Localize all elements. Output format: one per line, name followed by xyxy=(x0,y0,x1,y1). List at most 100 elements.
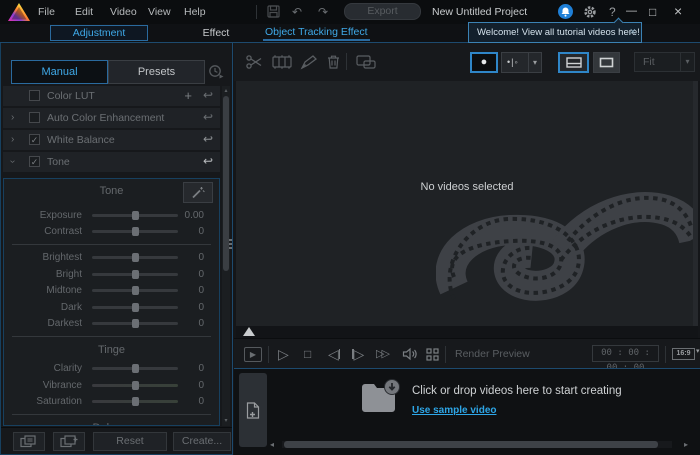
menu-view[interactable]: View xyxy=(148,0,171,24)
copy-settings-button[interactable] xyxy=(13,432,45,451)
menu-edit[interactable]: Edit xyxy=(75,0,93,24)
reset-button[interactable]: Reset xyxy=(93,432,167,451)
menu-file[interactable]: File xyxy=(38,0,55,24)
delete-trash-icon[interactable] xyxy=(326,54,341,70)
slider-thumb[interactable] xyxy=(132,211,139,220)
picture-in-picture-icon[interactable] xyxy=(356,54,376,70)
checkbox-checked[interactable]: ✓ xyxy=(29,156,40,167)
next-frame-button[interactable]: ▷ xyxy=(352,345,364,363)
compare-dropdown-icon[interactable]: ▾ xyxy=(528,53,541,72)
auto-tone-wand-button[interactable] xyxy=(183,182,213,203)
aspect-ratio-badge[interactable]: 16:9 xyxy=(672,348,695,360)
tab-effect[interactable]: Effect xyxy=(186,25,246,41)
media-bin[interactable]: Click or drop videos here to start creat… xyxy=(234,368,700,455)
scrollbar-thumb[interactable] xyxy=(284,441,658,448)
layout-split-toggle[interactable] xyxy=(558,52,589,73)
render-preview-button[interactable]: Render Preview xyxy=(455,339,530,369)
apply-to-all-button[interactable] xyxy=(53,432,85,451)
slider-track[interactable] xyxy=(92,306,178,309)
slider-thumb[interactable] xyxy=(132,227,139,236)
minimize-button[interactable]: — xyxy=(626,0,637,24)
section-auto-color-enhancement[interactable]: › Auto Color Enhancement ↩ xyxy=(3,108,220,128)
keyframe-strip-icon[interactable] xyxy=(272,54,292,70)
preview-window-button[interactable]: ▶ xyxy=(244,347,262,362)
panel-splitter-handle[interactable] xyxy=(228,239,232,255)
slider-track[interactable] xyxy=(92,256,178,259)
reset-section-icon[interactable]: ↩ xyxy=(203,152,213,171)
close-button[interactable]: × xyxy=(674,0,682,24)
preview-scrollbar[interactable] xyxy=(693,81,698,326)
slider-thumb[interactable] xyxy=(132,381,139,390)
panel-scrollbar[interactable]: ▴ ▾ xyxy=(222,86,230,426)
use-sample-video-link[interactable]: Use sample video xyxy=(412,405,496,416)
slider-track[interactable] xyxy=(92,289,178,292)
create-button[interactable]: Create... xyxy=(173,432,231,451)
trim-scissors-icon[interactable] xyxy=(246,54,263,70)
compare-mode-button[interactable]: •|◦ ▾ xyxy=(501,52,542,73)
reset-section-icon[interactable]: ↩ xyxy=(203,108,213,127)
reset-section-icon[interactable]: ↩ xyxy=(203,130,213,149)
snapshot-grid-button[interactable] xyxy=(426,345,439,363)
section-white-balance[interactable]: › ✓ White Balance ↩ xyxy=(3,130,220,150)
redo-icon[interactable]: ↷ xyxy=(318,0,328,24)
slider-thumb[interactable] xyxy=(132,303,139,312)
stop-button[interactable]: □ xyxy=(304,345,311,363)
slider-track[interactable] xyxy=(92,322,178,325)
scroll-up-icon[interactable]: ▴ xyxy=(222,87,230,95)
show-original-toggle[interactable]: ● xyxy=(470,52,498,73)
checkbox-checked[interactable]: ✓ xyxy=(29,134,40,145)
tooltip-close-icon[interactable]: × xyxy=(630,23,636,41)
checkbox-unchecked[interactable] xyxy=(29,112,40,123)
scrollbar-track[interactable] xyxy=(282,441,672,448)
slider-track[interactable] xyxy=(92,230,178,233)
maximize-button[interactable]: □ xyxy=(649,0,656,24)
expander-icon-open[interactable]: › xyxy=(3,160,22,163)
slider-track[interactable] xyxy=(92,400,178,403)
video-preview[interactable]: No videos selected xyxy=(236,81,698,326)
layout-single-toggle[interactable] xyxy=(593,52,620,73)
tab-manual[interactable]: Manual xyxy=(11,60,108,84)
notifications-bell-icon[interactable] xyxy=(558,4,573,19)
aspect-ratio-dropdown-icon[interactable]: ▾ xyxy=(696,347,700,355)
zoom-fit-dropdown[interactable]: Fit ▾ xyxy=(634,52,695,72)
slider-track[interactable] xyxy=(92,273,178,276)
tab-adjustment[interactable]: Adjustment xyxy=(50,25,148,41)
playhead-marker[interactable] xyxy=(243,327,255,336)
menu-help[interactable]: Help xyxy=(184,0,206,24)
tab-object-tracking-effect[interactable]: Object Tracking Effect xyxy=(263,25,370,41)
section-color-lut[interactable]: Color LUT + ↩ xyxy=(3,86,220,106)
add-media-button[interactable] xyxy=(239,373,267,447)
scroll-right-icon[interactable]: ▸ xyxy=(684,440,688,449)
slider-thumb[interactable] xyxy=(132,253,139,262)
scroll-down-icon[interactable]: ▾ xyxy=(222,417,230,425)
previous-frame-button[interactable]: ◁ xyxy=(328,345,340,363)
slider-thumb[interactable] xyxy=(132,319,139,328)
history-icon[interactable] xyxy=(207,64,225,80)
tab-presets[interactable]: Presets xyxy=(108,60,205,84)
add-lut-icon[interactable]: + xyxy=(184,86,192,105)
trim-seekbar[interactable] xyxy=(236,326,698,338)
slider-thumb[interactable] xyxy=(132,286,139,295)
fast-forward-button[interactable]: ▷▷ xyxy=(376,345,387,363)
draw-pen-icon[interactable] xyxy=(300,54,318,70)
menu-video[interactable]: Video xyxy=(110,0,137,24)
slider-thumb[interactable] xyxy=(132,364,139,373)
slider-thumb[interactable] xyxy=(132,397,139,406)
bin-horizontal-scrollbar[interactable]: ◂ ▸ xyxy=(270,440,688,449)
expander-icon[interactable]: › xyxy=(11,130,14,149)
slider-thumb[interactable] xyxy=(132,270,139,279)
checkbox-unchecked[interactable] xyxy=(29,90,40,101)
scroll-left-icon[interactable]: ◂ xyxy=(270,440,274,449)
volume-button[interactable] xyxy=(402,345,418,363)
reset-section-icon[interactable]: ↩ xyxy=(203,86,213,105)
slider-track[interactable] xyxy=(92,367,178,370)
slider-track[interactable] xyxy=(92,214,178,217)
section-tone[interactable]: › ✓ Tone ↩ xyxy=(3,152,220,172)
export-button[interactable]: Export xyxy=(344,3,421,20)
slider-track[interactable] xyxy=(92,384,178,387)
play-button[interactable]: ▷ xyxy=(278,345,289,363)
fit-dropdown-icon[interactable]: ▾ xyxy=(680,53,694,71)
undo-icon[interactable]: ↶ xyxy=(292,0,302,24)
settings-gear-icon[interactable] xyxy=(583,5,597,19)
expander-icon[interactable]: › xyxy=(11,108,14,127)
